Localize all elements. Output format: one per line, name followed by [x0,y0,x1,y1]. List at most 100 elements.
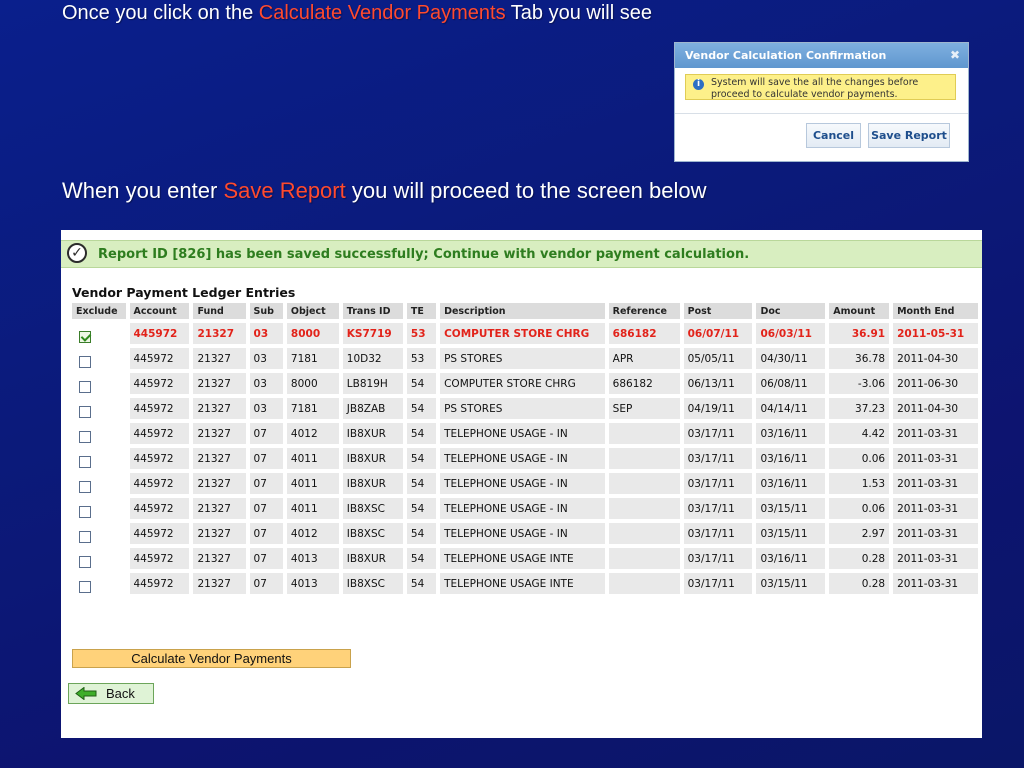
table-row: 445972 21327 07 4013 IB8XUR 54 TELEPHONE USAGE… [72,544,978,569]
cell-te: 54 [406,469,437,494]
cell-description: TELEPHONE USAGE - IN [440,419,605,444]
exclude-checkbox[interactable] [79,330,91,343]
cell-description: TELEPHONE USAGE - IN [440,469,605,494]
table-row: 445972 21327 03 8000 LB819H 54 COMPUTER STORE … [72,369,978,394]
cell-doc: 06/03/11 [756,319,826,344]
cell-post: 03/17/11 [683,544,753,569]
cell-reference [608,569,680,594]
cell-object: 4011 [286,444,339,469]
column-header: Reference [608,303,680,319]
cell-post: 03/17/11 [683,519,753,544]
table-row: 445972 21327 07 4012 IB8XUR 54 TELEPHONE USAGE… [72,419,978,444]
exclude-checkbox[interactable] [79,530,91,543]
exclude-cell [72,319,126,344]
cell-doc: 03/16/11 [756,544,826,569]
cell-doc: 06/08/11 [756,369,826,394]
cell-post: 06/13/11 [683,369,753,394]
cell-reference [608,419,680,444]
exclude-cell [72,394,126,419]
cell-trans-id: IB8XUR [342,419,403,444]
cell-trans-id: 10D32 [342,344,403,369]
column-header: Trans ID [342,303,403,319]
column-header: Amount [829,303,890,319]
cell-sub: 03 [249,344,283,369]
exclude-cell [72,369,126,394]
table-row: 445972 21327 03 7181 10D32 53 PS STORES APR 05/0… [72,344,978,369]
cell-post: 04/19/11 [683,394,753,419]
cell-object: 4012 [286,419,339,444]
cell-trans-id: LB819H [342,369,403,394]
cell-doc: 03/16/11 [756,419,826,444]
cell-account: 445972 [129,369,190,394]
cell-te: 53 [406,319,437,344]
cell-doc: 03/16/11 [756,444,826,469]
cell-post: 05/05/11 [683,344,753,369]
cell-trans-id: IB8XUR [342,544,403,569]
save-report-button[interactable]: Save Report [868,123,950,148]
close-icon[interactable]: ✖ [950,43,960,68]
column-header: Month End [893,303,978,319]
cell-object: 7181 [286,394,339,419]
column-header: Doc [756,303,826,319]
cell-post: 06/07/11 [683,319,753,344]
column-header: Object [286,303,339,319]
cell-te: 54 [406,394,437,419]
cell-description: TELEPHONE USAGE - IN [440,519,605,544]
cell-month-end: 2011-03-31 [893,544,978,569]
exclude-checkbox[interactable] [79,405,91,418]
cancel-button[interactable]: Cancel [806,123,861,148]
cell-object: 8000 [286,369,339,394]
cell-doc: 03/15/11 [756,494,826,519]
column-header: Description [440,303,605,319]
table-row: 445972 21327 07 4013 IB8XSC 54 TELEPHONE USAGE… [72,569,978,594]
cell-month-end: 2011-03-31 [893,444,978,469]
cell-fund: 21327 [193,519,246,544]
section-title: Vendor Payment Ledger Entries [72,285,296,300]
heading-2-accent: Save Report [223,178,346,203]
cell-sub: 07 [249,544,283,569]
exclude-checkbox[interactable] [79,455,91,468]
cell-reference: 686182 [608,319,680,344]
cell-month-end: 2011-03-31 [893,469,978,494]
heading-2-post: you will proceed to the screen below [345,178,707,203]
cell-te: 54 [406,494,437,519]
cell-fund: 21327 [193,419,246,444]
column-header: Exclude [72,303,126,319]
cell-description: PS STORES [440,344,605,369]
cell-object: 4012 [286,519,339,544]
slide-heading-2: When you enter Save Report you will proc… [62,178,707,204]
exclude-cell [72,419,126,444]
table-row: 445972 21327 07 4011 IB8XSC 54 TELEPHONE USAGE… [72,494,978,519]
exclude-cell [72,519,126,544]
cell-post: 03/17/11 [683,569,753,594]
cell-te: 54 [406,444,437,469]
cell-trans-id: KS7719 [342,319,403,344]
exclude-checkbox[interactable] [79,505,91,518]
cell-trans-id: IB8XSC [342,494,403,519]
vendor-payment-panel: ✓ Report ID [826] has been saved success… [61,230,982,738]
cell-trans-id: JB8ZAB [342,394,403,419]
cell-account: 445972 [129,519,190,544]
cell-month-end: 2011-03-31 [893,494,978,519]
cell-fund: 21327 [193,544,246,569]
exclude-checkbox[interactable] [79,555,91,568]
column-header: Post [683,303,753,319]
cell-te: 54 [406,369,437,394]
back-button[interactable]: Back [68,683,154,704]
table-row: 445972 21327 07 4012 IB8XSC 54 TELEPHONE USAGE… [72,519,978,544]
table-row: 445972 21327 03 8000 KS7719 53 COMPUTER STORE … [72,319,978,344]
slide-heading-1: Once you click on the Calculate Vendor P… [62,2,652,25]
exclude-checkbox[interactable] [79,580,91,593]
exclude-checkbox[interactable] [79,480,91,493]
cell-object: 4011 [286,494,339,519]
exclude-checkbox[interactable] [79,380,91,393]
cell-fund: 21327 [193,369,246,394]
cell-month-end: 2011-03-31 [893,419,978,444]
exclude-checkbox[interactable] [79,355,91,368]
cell-te: 54 [406,419,437,444]
cell-doc: 04/14/11 [756,394,826,419]
back-label: Back [106,686,135,701]
cell-trans-id: IB8XSC [342,569,403,594]
exclude-checkbox[interactable] [79,430,91,443]
calculate-vendor-payments-button[interactable]: Calculate Vendor Payments [72,649,351,668]
